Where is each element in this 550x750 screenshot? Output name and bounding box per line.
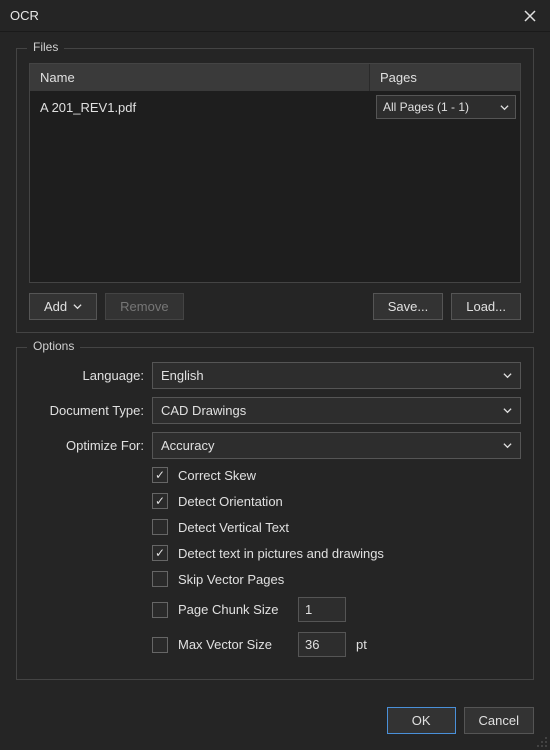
ok-button-label: OK [412,713,431,728]
max-vector-input[interactable] [298,632,346,657]
options-group: Options Language: English Document Type:… [16,347,534,680]
pages-select-value: All Pages (1 - 1) [383,100,469,114]
chevron-down-icon [503,406,512,415]
chevron-down-icon [73,302,82,311]
file-name-cell: A 201_REV1.pdf [30,94,370,121]
table-row[interactable]: A 201_REV1.pdf All Pages (1 - 1) [30,91,520,123]
max-vector-checkbox[interactable] [152,637,168,653]
close-icon [524,10,536,22]
ocr-dialog: OCR Files Name Pages A 201_REV1.pdf All … [0,0,550,750]
files-table-header: Name Pages [30,64,520,91]
close-button[interactable] [520,6,540,26]
document-type-value: CAD Drawings [161,403,246,418]
save-button[interactable]: Save... [373,293,443,320]
files-group-label: Files [27,40,64,54]
cancel-button-label: Cancel [479,713,519,728]
resize-grip-icon[interactable] [536,736,548,748]
remove-button-label: Remove [120,299,168,314]
dialog-title: OCR [10,8,39,23]
page-chunk-checkbox[interactable] [152,602,168,618]
document-type-select[interactable]: CAD Drawings [152,397,521,424]
detect-vertical-checkbox[interactable] [152,519,168,535]
detect-orientation-checkbox[interactable] [152,493,168,509]
skip-vector-checkbox[interactable] [152,571,168,587]
remove-button[interactable]: Remove [105,293,183,320]
detect-pictures-checkbox[interactable] [152,545,168,561]
document-type-label: Document Type: [29,403,144,418]
language-value: English [161,368,204,383]
add-button[interactable]: Add [29,293,97,320]
chevron-down-icon [503,441,512,450]
titlebar: OCR [0,0,550,32]
load-button[interactable]: Load... [451,293,521,320]
skip-vector-label: Skip Vector Pages [178,572,284,587]
max-vector-label: Max Vector Size [178,637,288,652]
detect-orientation-label: Detect Orientation [178,494,283,509]
save-button-label: Save... [388,299,428,314]
load-button-label: Load... [466,299,506,314]
cancel-button[interactable]: Cancel [464,707,534,734]
detect-vertical-label: Detect Vertical Text [178,520,289,535]
ok-button[interactable]: OK [387,707,456,734]
column-header-name[interactable]: Name [30,64,370,91]
add-button-label: Add [44,299,67,314]
chevron-down-icon [500,103,509,112]
page-chunk-input[interactable] [298,597,346,622]
language-label: Language: [29,368,144,383]
detect-pictures-label: Detect text in pictures and drawings [178,546,384,561]
correct-skew-label: Correct Skew [178,468,256,483]
files-group: Files Name Pages A 201_REV1.pdf All Page… [16,48,534,333]
chevron-down-icon [503,371,512,380]
correct-skew-checkbox[interactable] [152,467,168,483]
files-table: Name Pages A 201_REV1.pdf All Pages (1 -… [29,63,521,283]
optimize-for-select[interactable]: Accuracy [152,432,521,459]
optimize-for-value: Accuracy [161,438,214,453]
pages-select[interactable]: All Pages (1 - 1) [376,95,516,119]
column-header-pages[interactable]: Pages [370,64,520,91]
page-chunk-label: Page Chunk Size [178,602,288,617]
language-select[interactable]: English [152,362,521,389]
optimize-for-label: Optimize For: [29,438,144,453]
options-group-label: Options [27,339,80,353]
dialog-footer: OK Cancel [0,693,550,750]
max-vector-unit: pt [356,637,367,652]
